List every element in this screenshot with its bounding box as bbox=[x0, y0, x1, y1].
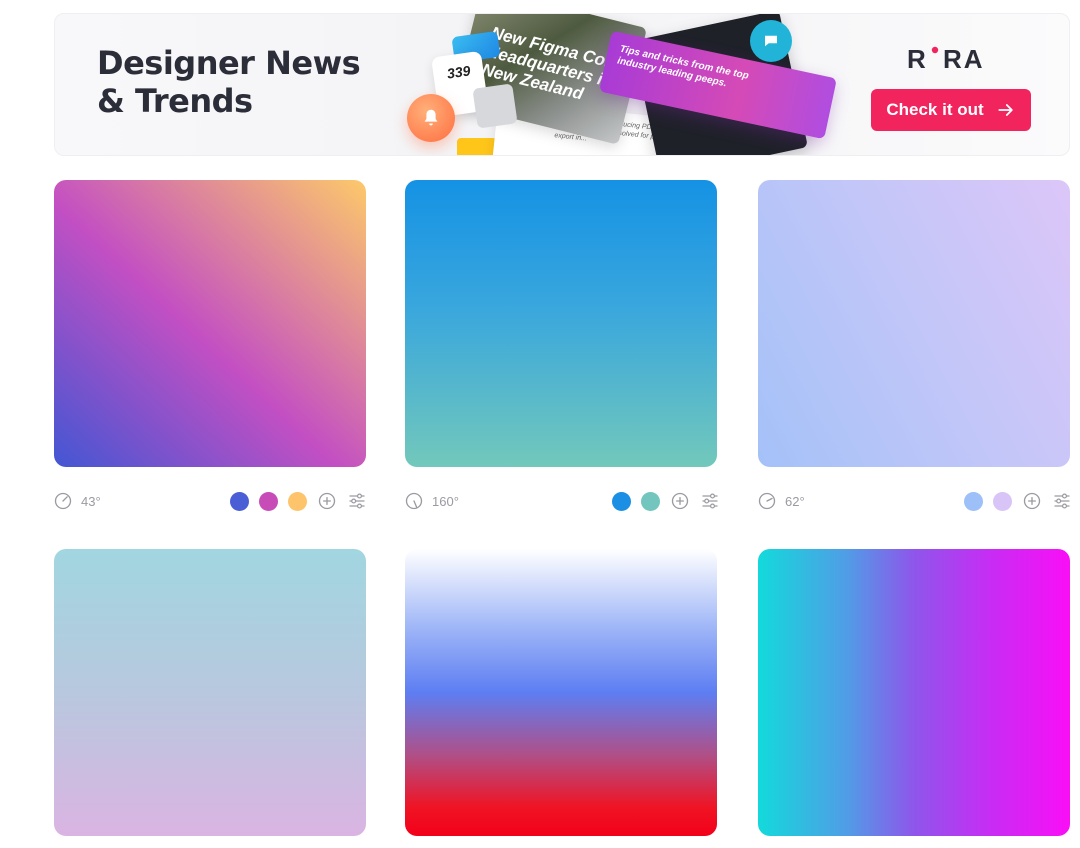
ad-banner[interactable]: Designer News & Trends Details matter - … bbox=[54, 13, 1070, 156]
banner-collage: Details matter - Introducing PDF Export … bbox=[345, 14, 845, 155]
cta-label: Check it out bbox=[886, 100, 984, 119]
collage-yellow-card bbox=[457, 138, 497, 155]
angle-control[interactable]: 62° bbox=[757, 491, 805, 511]
swatch-group bbox=[612, 491, 720, 511]
color-swatch[interactable] bbox=[612, 491, 631, 511]
sliders-icon[interactable] bbox=[1052, 491, 1072, 511]
chat-icon bbox=[750, 20, 792, 62]
gradient-card-4[interactable] bbox=[54, 549, 366, 836]
swatch-group bbox=[964, 491, 1072, 511]
color-swatch[interactable] bbox=[641, 491, 660, 511]
angle-value: 62° bbox=[785, 493, 805, 509]
arrow-right-icon bbox=[998, 104, 1013, 116]
gradient-meta-3: 62° bbox=[757, 489, 1073, 513]
banner-title: Designer News & Trends bbox=[97, 44, 377, 120]
bell-icon bbox=[407, 94, 455, 142]
add-color-icon[interactable] bbox=[1022, 491, 1042, 511]
color-swatch[interactable] bbox=[964, 491, 983, 511]
check-it-out-button[interactable]: Check it out bbox=[871, 89, 1031, 131]
swatch-group bbox=[230, 491, 367, 511]
rora-logo: R RA bbox=[907, 44, 985, 74]
gradient-meta-2: 160° bbox=[404, 489, 720, 513]
angle-control[interactable]: 43° bbox=[53, 491, 101, 511]
gradient-card-2[interactable] bbox=[405, 180, 717, 467]
color-swatch[interactable] bbox=[288, 491, 307, 511]
angle-control[interactable]: 160° bbox=[404, 491, 459, 511]
add-color-icon[interactable] bbox=[670, 491, 690, 511]
angle-value: 43° bbox=[81, 493, 101, 509]
svg-text:R: R bbox=[907, 44, 928, 74]
collage-count: 339 bbox=[446, 62, 472, 82]
angle-dial-icon bbox=[54, 492, 72, 510]
angle-dial-icon bbox=[405, 492, 423, 510]
banner-title-line1: Designer News bbox=[97, 44, 361, 82]
color-swatch[interactable] bbox=[259, 491, 278, 511]
sliders-icon[interactable] bbox=[700, 491, 720, 511]
angle-value: 160° bbox=[432, 493, 459, 509]
collage-gray-card bbox=[472, 83, 518, 129]
gradient-card-6[interactable] bbox=[758, 549, 1070, 836]
color-swatch[interactable] bbox=[230, 491, 249, 511]
svg-text:RA: RA bbox=[943, 44, 985, 74]
gradient-meta-1: 43° bbox=[53, 489, 369, 513]
sliders-icon[interactable] bbox=[347, 491, 367, 511]
gradient-card-5[interactable] bbox=[405, 549, 717, 836]
banner-title-line2: & Trends bbox=[97, 82, 253, 120]
angle-dial-icon bbox=[758, 492, 776, 510]
gradient-card-1[interactable] bbox=[54, 180, 366, 467]
color-swatch[interactable] bbox=[993, 491, 1012, 511]
gradient-card-3[interactable] bbox=[758, 180, 1070, 467]
add-color-icon[interactable] bbox=[317, 491, 337, 511]
